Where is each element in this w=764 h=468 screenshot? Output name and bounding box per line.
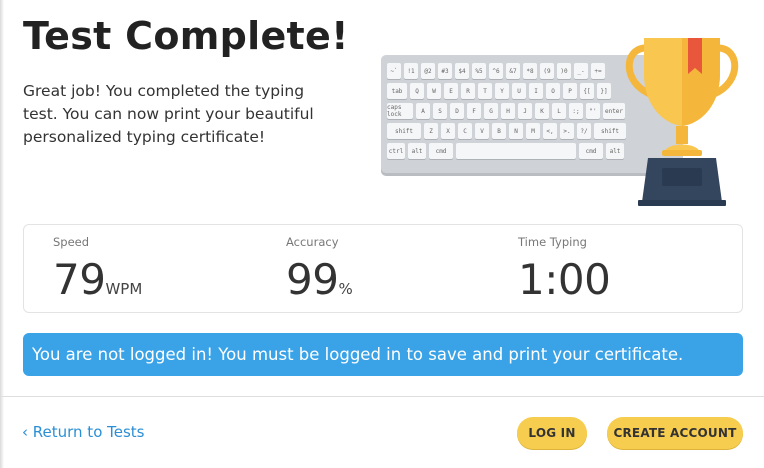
keyboard-key: R [461, 83, 475, 99]
completion-message: Great job! You completed the typing test… [23, 82, 314, 146]
time-value: 1:00 [518, 255, 611, 304]
speed-label: Speed [53, 235, 90, 249]
keyboard-key: $4 [455, 63, 469, 79]
keyboard-key: C [458, 123, 472, 139]
keyboard-key: K [535, 103, 549, 119]
return-to-tests-link[interactable]: ‹ Return to Tests [22, 423, 145, 441]
keyboard-key: shift [594, 123, 626, 139]
keyboard-key: *8 [523, 63, 537, 79]
time-label: Time Typing [518, 235, 587, 249]
keyboard-key: {[ [580, 83, 594, 99]
keyboard-key: >. [560, 123, 574, 139]
keyboard-key: ?/ [577, 123, 591, 139]
keyboard-key: M [526, 123, 540, 139]
speed-unit: WPM [105, 280, 143, 298]
speed-stat: Speed 79WPM [53, 235, 142, 304]
keyboard-key: }] [597, 83, 611, 99]
keyboard-key: Z [424, 123, 438, 139]
keyboard-key: #3 [438, 63, 452, 79]
keyboard-key: X [441, 123, 455, 139]
keyboard-key: F [467, 103, 481, 119]
accuracy-stat: Accuracy 99% [286, 235, 353, 304]
create-account-button[interactable]: CREATE ACCOUNT [607, 417, 743, 449]
keyboard-key: Y [495, 83, 509, 99]
keyboard-key: cmd [579, 143, 603, 159]
keyboard-key: B [492, 123, 506, 139]
keyboard-key: caps lock [387, 103, 413, 119]
keyboard-key: (9 [540, 63, 554, 79]
keyboard-key: O [546, 83, 560, 99]
keyboard-key: )0 [557, 63, 571, 79]
keyboard-key: V [475, 123, 489, 139]
keyboard-key: Q [410, 83, 424, 99]
log-in-button[interactable]: LOG IN [517, 417, 587, 449]
keyboard-key: W [427, 83, 441, 99]
time-stat: Time Typing 1:00 [518, 235, 611, 304]
keyboard-key: :; [569, 103, 583, 119]
keyboard-key: I [529, 83, 543, 99]
keyboard-key: !1 [404, 63, 418, 79]
keyboard-key: &7 [506, 63, 520, 79]
keyboard-key: H [501, 103, 515, 119]
keyboard-key: shift [387, 123, 421, 139]
keyboard-key: cmd [429, 143, 453, 159]
keyboard-key: E [444, 83, 458, 99]
keyboard-key: ~` [387, 63, 401, 79]
keyboard-key: U [512, 83, 526, 99]
keyboard-key: ctrl [387, 143, 405, 159]
keyboard-key: alt [606, 143, 624, 159]
keyboard-key: alt [408, 143, 426, 159]
keyboard-key: "' [586, 103, 600, 119]
keyboard-key: %5 [472, 63, 486, 79]
keyboard-key: += [591, 63, 605, 79]
trophy-icon [625, 38, 739, 206]
test-complete-page: Test Complete! Great job! You completed … [0, 0, 764, 468]
keyboard-key: P [563, 83, 577, 99]
keyboard-key: D [450, 103, 464, 119]
keyboard-key: L [552, 103, 566, 119]
keyboard-key: enter [603, 103, 625, 119]
keyboard-key: T [478, 83, 492, 99]
keyboard-key: N [509, 123, 523, 139]
keyboard-key: A [416, 103, 430, 119]
accuracy-label: Accuracy [286, 235, 339, 249]
keyboard-key: J [518, 103, 532, 119]
keyboard-key [456, 143, 576, 159]
keyboard-key: <, [543, 123, 557, 139]
keyboard-key: S [433, 103, 447, 119]
page-title: Test Complete! [23, 14, 349, 58]
keyboard-key: tab [387, 83, 407, 99]
login-required-alert: You are not logged in! You must be logge… [23, 333, 743, 376]
keyboard-key: @2 [421, 63, 435, 79]
accuracy-unit: % [338, 280, 353, 298]
speed-value: 79 [53, 255, 106, 304]
results-card: Speed 79WPM Accuracy 99% Time Typing 1:0… [23, 224, 743, 313]
keyboard-key: _- [574, 63, 588, 79]
footer-divider [0, 396, 764, 397]
keyboard-key: ^6 [489, 63, 503, 79]
accuracy-value: 99 [286, 255, 339, 304]
keyboard-key: G [484, 103, 498, 119]
